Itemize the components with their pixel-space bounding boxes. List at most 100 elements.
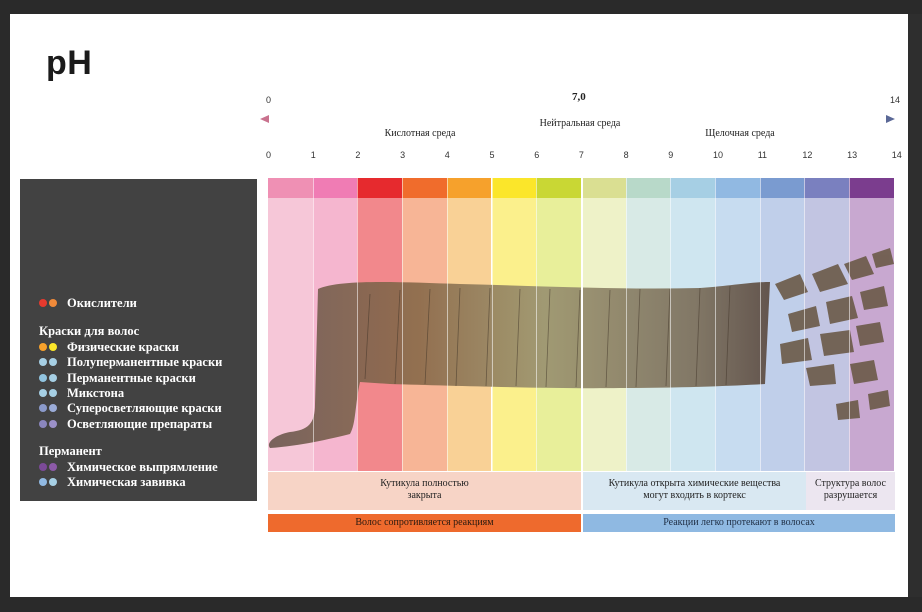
page-title: pH [46,44,93,82]
cuticle-open-box: Кутикула открыта химические вещества мог… [583,472,806,510]
alkaline-zone-label: Щелочная среда [705,128,775,139]
legend-color-dot [49,463,57,471]
legend-color-dot [49,358,57,367]
ph-band [804,178,850,198]
legend-item-label: Полуперманентные краски [67,355,223,370]
neutral-zone-label: Нейтральная среда [539,118,621,129]
cuticle-closed-text: Кутикула полностью закрыта [380,478,469,501]
ph-tick-label: 8 [623,150,629,160]
ph-tick-label: 10 [713,150,724,160]
legend-item-dots [39,419,59,428]
ph-column-divider [849,178,851,471]
legend-color-dot [39,343,47,351]
ph-band [312,178,358,198]
ph-column-divider [759,178,761,471]
legend-color-dot [49,299,57,307]
ph-column-divider [715,178,716,471]
legend-item: Осветляющие препараты [39,417,212,431]
ph-tick-label: 14 [891,150,902,160]
ph-band [446,178,492,198]
easy-reactions-bar: Реакции легко протекают в волосах [583,514,895,532]
legend-item-label: Перманентные краски [67,370,196,385]
legend-item: Химическое выпрямление [39,460,218,474]
ph-column-divider [446,178,448,471]
legend-item: Перманентные краски [39,371,196,385]
window-frame-left [0,14,10,597]
legend-item-dots [39,343,59,351]
legend-item: Химическая завивка [39,475,186,489]
legend-color-dot [39,478,47,487]
ph-column-divider [536,178,538,471]
legend-color-dot [49,388,57,397]
ph-column-divider [804,178,806,471]
legend-item-dots [39,404,59,413]
legend-color-dot [49,478,57,487]
ph-tick-label: 2 [355,150,361,160]
ph-tick-label: 9 [668,150,674,160]
legend-color-dot [49,419,57,428]
cuticle-open-text: Кутикула открыта химические вещества мог… [608,478,781,501]
legend-color-dot [39,463,47,471]
legend-item-dots [39,463,59,471]
ph-column-divider [402,178,404,471]
ph-column-divider [491,178,493,471]
legend-item-label: Физические краски [67,340,179,354]
ph-tick-label: 12 [802,150,813,160]
legend-item-dots [39,388,59,397]
legend-oxidizers: Окислители [39,296,137,310]
legend-color-dot [39,299,47,307]
ph-band [625,178,671,198]
legend-item-dots [39,358,59,367]
legend-item-label: Микстона [67,385,125,400]
legend-oxidizers-dots [39,299,59,307]
legend-dyes-heading: Краски для волос [39,324,140,338]
ph-tick-label: 13 [847,150,858,160]
legend-oxidizers-label: Окислители [67,296,137,310]
structure-destroyed-text: Структура волос разрушается [814,478,886,501]
legend-item: Суперосветляющие краски [39,401,222,415]
slide: pH 0 7,0 14 Кислотная среда Нейтральная … [10,14,908,597]
legend-item: Микстона [39,386,124,400]
ph-band [536,178,581,198]
legend-color-dot [39,358,47,367]
ph-tick-label: 3 [400,150,406,160]
legend-color-dot [39,388,47,397]
legend-item-label: Химическая завивка [67,475,186,490]
legend-perm-heading: Перманент [39,444,102,458]
ph-column-divider [357,178,359,471]
cuticle-closed-box: Кутикула полностью закрыта [268,472,581,510]
ph-band [268,178,313,198]
top-scale-start: 0 [266,95,272,105]
ph-band [849,178,894,198]
structure-destroyed-box: Структура волос разрушается [806,472,895,510]
legend-item-dots [39,373,59,382]
legend-color-dot [49,343,57,351]
ph-band [580,178,626,198]
window-frame-top [0,0,922,14]
legend-item-label: Химическое выпрямление [67,460,218,474]
legend-color-dot [39,419,47,428]
ph-tick-label: 1 [310,150,316,160]
ph-band [670,178,715,198]
ph-tick-label: 4 [444,150,450,160]
legend-color-dot [49,404,57,413]
resist-reactions-bar: Волос сопротивляется реакциям [268,514,581,532]
legend-item-label: Суперосветляющие краски [67,401,222,416]
legend-item-label: Осветляющие препараты [67,416,213,431]
top-scale-neutral: 7,0 [572,91,586,103]
ph-column-divider [670,178,672,471]
top-scale-end: 14 [890,95,901,105]
ph-tick-label: 5 [489,150,495,160]
ph-tick-label: 7 [578,150,584,160]
acid-zone-label: Кислотная среда [384,128,456,139]
legend-item: Физические краски [39,340,179,354]
legend-color-dot [39,404,47,413]
legend-item: Полуперманентные краски [39,355,222,369]
ph-band [759,178,805,198]
ph-tick-label: 0 [266,150,272,160]
ph-tick-label: 6 [534,150,540,160]
legend-panel: Окислители Краски для волос Перманент Фи… [20,179,257,501]
ph-band [402,178,447,198]
ph-band [491,178,537,198]
legend-color-dot [39,373,47,382]
